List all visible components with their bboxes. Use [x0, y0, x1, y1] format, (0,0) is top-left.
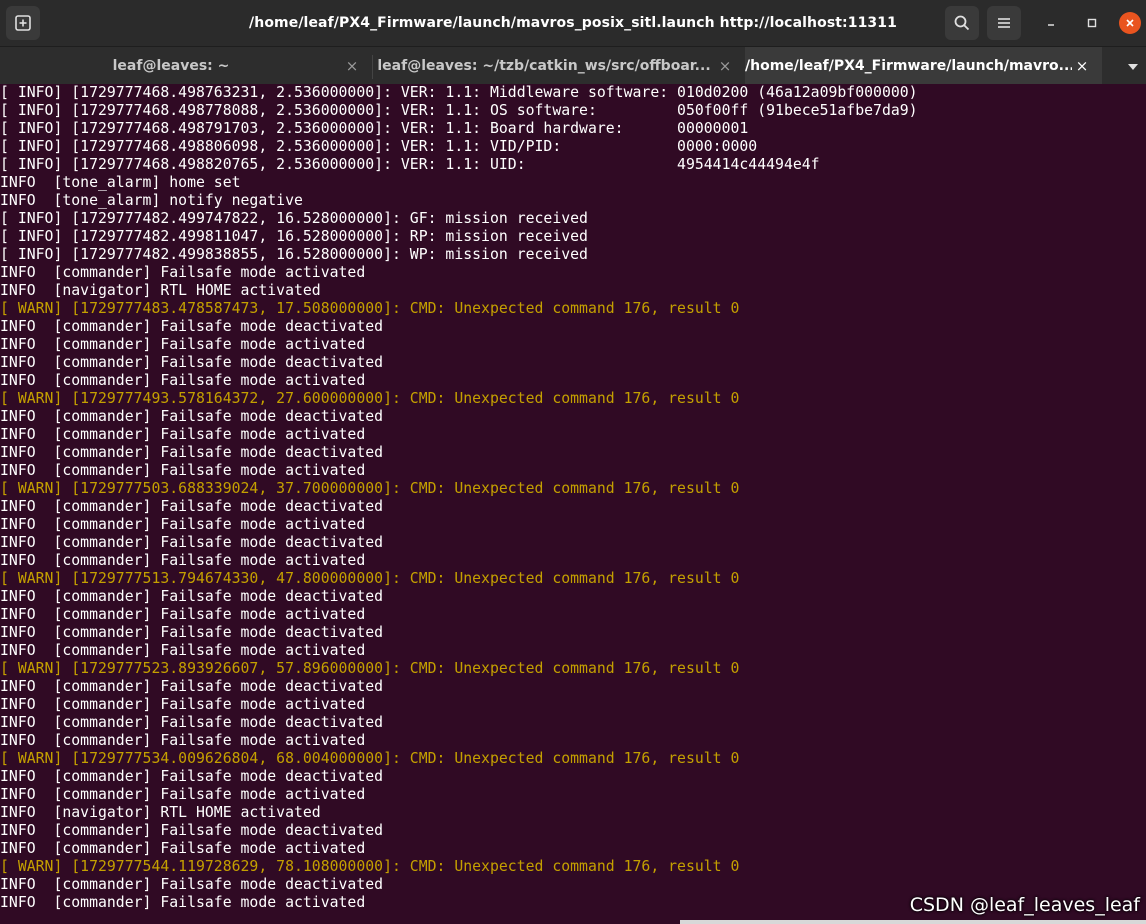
hamburger-menu-icon	[998, 18, 1010, 28]
log-line-info: INFO [commander] Failsafe mode deactivat…	[0, 822, 384, 839]
log-line-info: INFO [commander] Failsafe mode activated	[0, 336, 366, 353]
log-line-info: INFO [tone_alarm] notify negative	[0, 192, 303, 209]
tab-close-icon[interactable]: ×	[1074, 47, 1090, 86]
log-line-info: INFO [commander] Failsafe mode deactivat…	[0, 498, 384, 515]
search-button[interactable]	[945, 6, 979, 40]
minimize-icon	[1048, 24, 1054, 26]
log-line-info: INFO [commander] Failsafe mode activated	[0, 786, 366, 803]
tab-mavros-launch[interactable]: /home/leaf/PX4_Firmware/launch/mavro... …	[745, 47, 1102, 87]
chevron-down-icon	[1128, 63, 1138, 70]
log-line-info: INFO [navigator] RTL HOME activated	[0, 282, 321, 299]
close-icon	[1126, 19, 1134, 27]
log-line-info: INFO [commander] Failsafe mode deactivat…	[0, 354, 384, 371]
maximize-button[interactable]	[1081, 12, 1103, 34]
log-line-warn: [ WARN] [1729777534.009626804, 68.004000…	[0, 750, 740, 767]
log-line-info: INFO [commander] Failsafe mode activated	[0, 696, 366, 713]
log-line-info: INFO [commander] Failsafe mode deactivat…	[0, 588, 384, 605]
log-line-info: [ INFO] [1729777468.498820765, 2.5360000…	[0, 156, 820, 173]
log-line-info: [ INFO] [1729777482.499811047, 16.528000…	[0, 228, 588, 245]
minimize-button[interactable]	[1040, 12, 1062, 34]
tab-bar: leaf@leaves: ~ × leaf@leaves: ~/tzb/catk…	[0, 46, 1146, 87]
log-line-info: INFO [navigator] RTL HOME activated	[0, 804, 321, 821]
watermark: CSDN @leaf_leaves_leaf	[909, 894, 1140, 916]
log-line-warn: [ WARN] [1729777503.688339024, 37.700000…	[0, 480, 740, 497]
log-line-info: INFO [commander] Failsafe mode deactivat…	[0, 714, 384, 731]
log-line-info: INFO [commander] Failsafe mode activated	[0, 426, 366, 443]
log-line-info: INFO [commander] Failsafe mode deactivat…	[0, 534, 384, 551]
log-line-info: INFO [commander] Failsafe mode deactivat…	[0, 678, 384, 695]
log-line-info: [ INFO] [1729777468.498806098, 2.5360000…	[0, 138, 758, 155]
log-line-info: INFO [commander] Failsafe mode deactivat…	[0, 624, 384, 641]
log-line-info: INFO [commander] Failsafe mode activated	[0, 642, 366, 659]
log-line-warn: [ WARN] [1729777544.119728629, 78.108000…	[0, 858, 740, 875]
tab-close-icon[interactable]: ×	[717, 47, 733, 86]
log-line-info: INFO [commander] Failsafe mode activated	[0, 372, 366, 389]
log-line-info: INFO [commander] Failsafe mode deactivat…	[0, 408, 384, 425]
log-line-info: INFO [commander] Failsafe mode activated	[0, 264, 366, 281]
terminal-output[interactable]: [ INFO] [1729777468.498763231, 2.5360000…	[0, 84, 1146, 924]
log-line-info: INFO [commander] Failsafe mode activated	[0, 732, 366, 749]
tab-label: leaf@leaves: ~	[112, 58, 230, 74]
log-line-info: INFO [commander] Failsafe mode deactivat…	[0, 444, 384, 461]
terminal-lines: [ INFO] [1729777468.498763231, 2.5360000…	[0, 84, 918, 912]
log-line-info: INFO [commander] Failsafe mode activated	[0, 516, 366, 533]
log-line-info: [ INFO] [1729777482.499838855, 16.528000…	[0, 246, 588, 263]
tab-list-button[interactable]	[1120, 47, 1146, 86]
log-line-info: INFO [commander] Failsafe mode activated	[0, 606, 366, 623]
log-line-info: [ INFO] [1729777468.498778088, 2.5360000…	[0, 102, 918, 119]
log-line-warn: [ WARN] [1729777493.578164372, 27.600000…	[0, 390, 740, 407]
tab-close-icon[interactable]: ×	[344, 47, 360, 86]
log-line-info: [ INFO] [1729777482.499747822, 16.528000…	[0, 210, 588, 227]
log-line-info: INFO [commander] Failsafe mode deactivat…	[0, 318, 384, 335]
log-line-info: [ INFO] [1729777468.498763231, 2.5360000…	[0, 84, 918, 101]
search-icon	[954, 15, 970, 31]
log-line-info: INFO [commander] Failsafe mode activated	[0, 552, 366, 569]
log-line-info: INFO [commander] Failsafe mode activated	[0, 840, 366, 857]
log-line-info: INFO [commander] Failsafe mode activated	[0, 462, 366, 479]
title-bar: /home/leaf/PX4_Firmware/launch/mavros_po…	[0, 0, 1146, 46]
log-line-warn: [ WARN] [1729777483.478587473, 17.508000…	[0, 300, 740, 317]
log-line-info: INFO [commander] Failsafe mode deactivat…	[0, 876, 384, 893]
horizontal-scroll-strip	[680, 920, 1146, 924]
log-line-warn: [ WARN] [1729777513.794674330, 47.800000…	[0, 570, 740, 587]
tab-label: leaf@leaves: ~/tzb/catkin_ws/src/offboar…	[377, 58, 711, 74]
close-window-button[interactable]	[1119, 12, 1141, 34]
log-line-info: INFO [tone_alarm] home set	[0, 174, 241, 191]
log-line-warn: [ WARN] [1729777523.893926607, 57.896000…	[0, 660, 740, 677]
maximize-icon	[1087, 18, 1097, 28]
menu-button[interactable]	[987, 6, 1021, 40]
tab-offboard[interactable]: leaf@leaves: ~/tzb/catkin_ws/src/offboar…	[373, 47, 745, 86]
tab-label: /home/leaf/PX4_Firmware/launch/mavro...	[745, 58, 1072, 74]
log-line-info: INFO [commander] Failsafe mode deactivat…	[0, 768, 384, 785]
log-line-info: INFO [commander] Failsafe mode activated	[0, 894, 366, 911]
log-line-info: [ INFO] [1729777468.498791703, 2.5360000…	[0, 120, 749, 137]
tab-home[interactable]: leaf@leaves: ~ ×	[0, 47, 372, 86]
